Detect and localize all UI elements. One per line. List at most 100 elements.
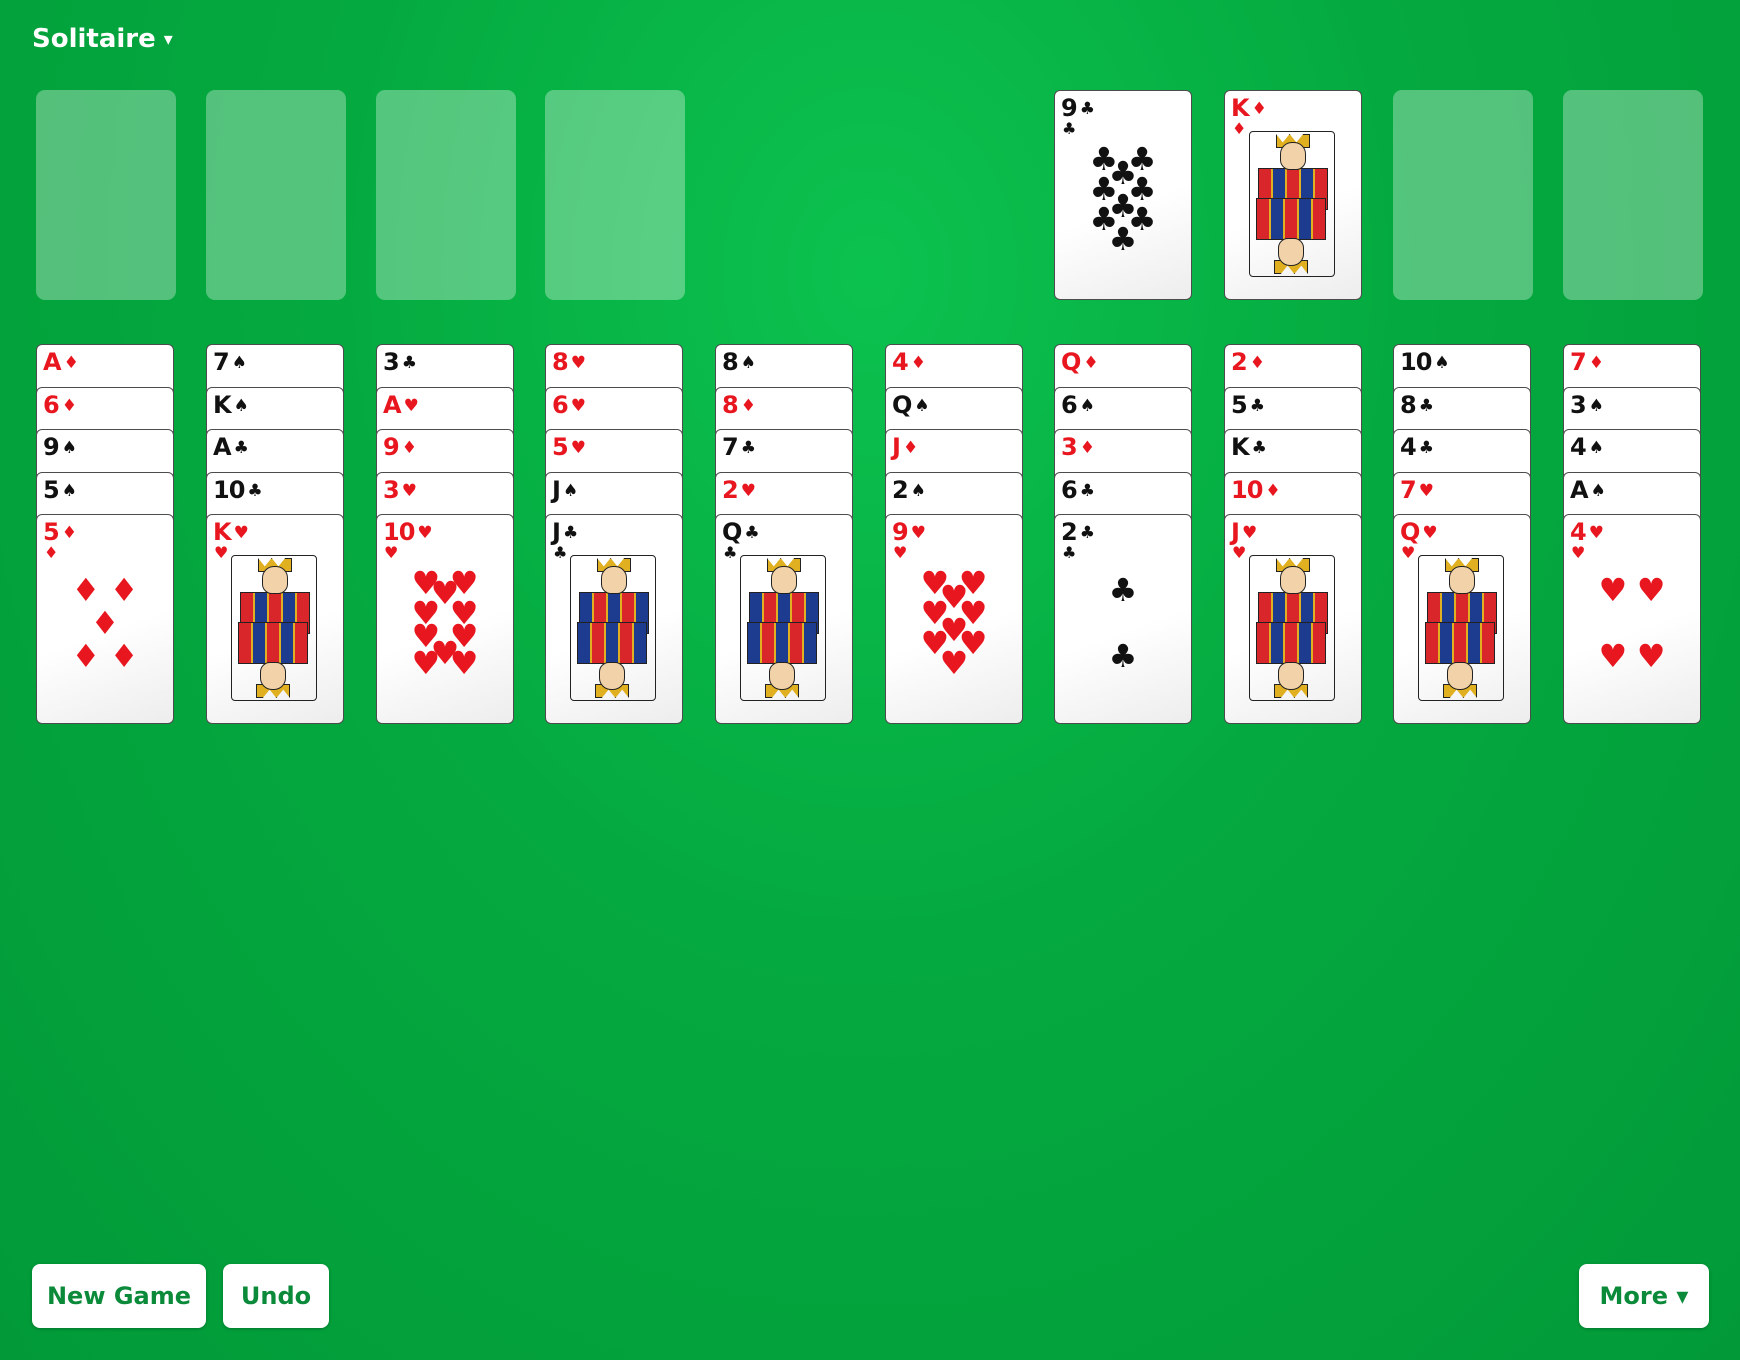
suit-icon: ♥ [1241,523,1257,543]
card-rank: 6 ♣ [1061,475,1095,508]
pip-icon: ♦ [71,637,101,676]
tableau-card[interactable]: J ♥ ♥ [1224,514,1362,724]
tableau-card[interactable]: 2 ♣ ♣ ♣ ♣ [1054,514,1192,724]
card-rank: 5 ♠ [43,475,77,508]
tableau-card[interactable]: K ♥ ♥ [206,514,344,724]
card-rank: A ♥ [383,390,419,423]
game-menu[interactable]: Solitaire ▾ [32,24,173,54]
free-cell-1[interactable] [36,90,176,300]
card-rank: 8 ♦ [722,390,756,423]
rank-label: J [892,433,901,461]
pip-icon: ♥ [1598,637,1628,676]
court-card-art [740,555,826,701]
rank-label: A [213,433,232,461]
tableau-card[interactable]: Q ♣ ♣ [715,514,853,724]
card-rank: 2 ♥ [722,475,756,508]
free-cell-3[interactable] [376,90,516,300]
court-card-art [1418,555,1504,701]
rank-label: 5 [1231,390,1248,419]
card-rank: J ♠ [552,475,578,508]
tableau-card[interactable]: 9 ♥ ♥ ♥ ♥ ♥ ♥ ♥ ♥ ♥ ♥ ♥ [885,514,1023,724]
card-rank: 8 ♥ [552,347,586,380]
rank-label: 3 [383,348,400,376]
new-game-button[interactable]: New Game [32,1264,206,1328]
suit-icon: ♣ [562,523,578,543]
free-cell-2[interactable] [206,90,346,300]
suit-icon: ♦ [902,438,918,458]
rank-label: K [1231,94,1250,122]
undo-button[interactable]: Undo [223,1264,329,1328]
suit-icon: ♠ [1434,353,1449,373]
suit-icon: ♦ [1588,353,1604,373]
rank-label: 4 [1570,433,1587,461]
suit-icon: ♦ [401,438,417,458]
rank-label: J [552,475,561,504]
suit-icon: ♥ [233,523,249,543]
rank-label: K [1231,433,1250,461]
card-rank: 4 ♠ [1570,432,1604,465]
game-title: Solitaire [32,24,156,54]
suit-icon: ♠ [233,395,249,416]
rank-label: J [1231,518,1240,546]
rank-label: 6 [1061,475,1078,504]
suit-icon: ♦ [1251,99,1267,119]
card-rank: 3 ♠ [1570,390,1604,423]
tableau-card[interactable]: 5 ♦ ♦ ♦ ♦ ♦ ♦ ♦ [36,514,174,724]
suit-icon: ♣ [233,438,249,458]
pip-icon: ♥ [939,644,969,683]
card-rank: 6 ♥ [552,390,586,423]
rank-label: 10 [213,475,245,504]
tableau-card[interactable]: 10 ♥ ♥ ♥ ♥ ♥ ♥ ♥ ♥ ♥ ♥ ♥ ♥ [376,514,514,724]
card-rank: 4 ♣ [1400,432,1434,465]
suit-icon: ♣ [1251,438,1267,458]
tableau-card[interactable]: Q ♥ ♥ [1393,514,1531,724]
suit-icon: ♥ [740,480,756,501]
suit-icon: ♦ [910,353,926,373]
corner-suit-icon: ♣ [723,543,738,562]
card-rank: 2 ♦ [1231,347,1265,380]
suit-icon: ♠ [562,480,578,501]
rank-label: K [213,390,232,419]
foundation-2[interactable]: K ♦ ♦ [1224,90,1362,300]
card-rank: 10 ♦ [1231,475,1281,508]
rank-label: 5 [552,433,569,461]
tableau-card[interactable]: 4 ♥ ♥ ♥ ♥ ♥ ♥ [1563,514,1701,724]
suit-icon: ♣ [1418,395,1434,416]
card-rank: 3 ♣ [383,347,417,380]
rank-label: 4 [1400,433,1417,461]
suit-icon: ♥ [570,353,586,373]
rank-label: 8 [722,348,739,376]
suit-icon: ♠ [61,480,77,501]
rank-label: A [383,390,402,419]
card-rank: 10 ♠ [1400,347,1450,380]
card-rank: 6 ♠ [1061,390,1095,423]
rank-label: 6 [1061,390,1078,419]
suit-icon: ♠ [231,353,247,373]
suit-icon: ♣ [1079,480,1095,501]
suit-icon: ♦ [61,395,77,416]
court-card-art [570,555,656,701]
foundation-4-empty[interactable] [1563,90,1703,300]
rank-label: 2 [1231,348,1248,376]
rank-label: Q [1400,518,1420,546]
chevron-down-icon: ▾ [163,28,173,50]
pip-icon: ♥ [1636,637,1666,676]
suit-icon: ♠ [740,353,756,373]
rank-label: J [552,518,561,546]
pip-icon: ♦ [71,570,101,609]
suit-icon: ♠ [1079,395,1095,416]
card-rank: J ♦ [892,432,918,465]
tableau-card[interactable]: J ♣ ♣ [545,514,683,724]
suit-icon: ♦ [1249,353,1265,373]
more-button[interactable]: More ▾ [1579,1264,1709,1328]
corner-suit-icon: ♥ [1401,543,1416,562]
card-rank: 7 ♠ [213,347,247,380]
card-rank: 2 ♠ [892,475,926,508]
card-rank: Q ♠ [892,390,930,423]
foundation-3-empty[interactable] [1393,90,1533,300]
rank-label: 5 [43,475,60,504]
card-rank: 8 ♠ [722,347,756,380]
foundation-1[interactable]: 9 ♣ ♣ ♣ ♣ ♣ ♣ ♣ ♣ ♣ ♣ ♣ [1054,90,1192,300]
free-cell-4[interactable] [545,90,685,300]
suit-icon: ♦ [740,395,756,416]
